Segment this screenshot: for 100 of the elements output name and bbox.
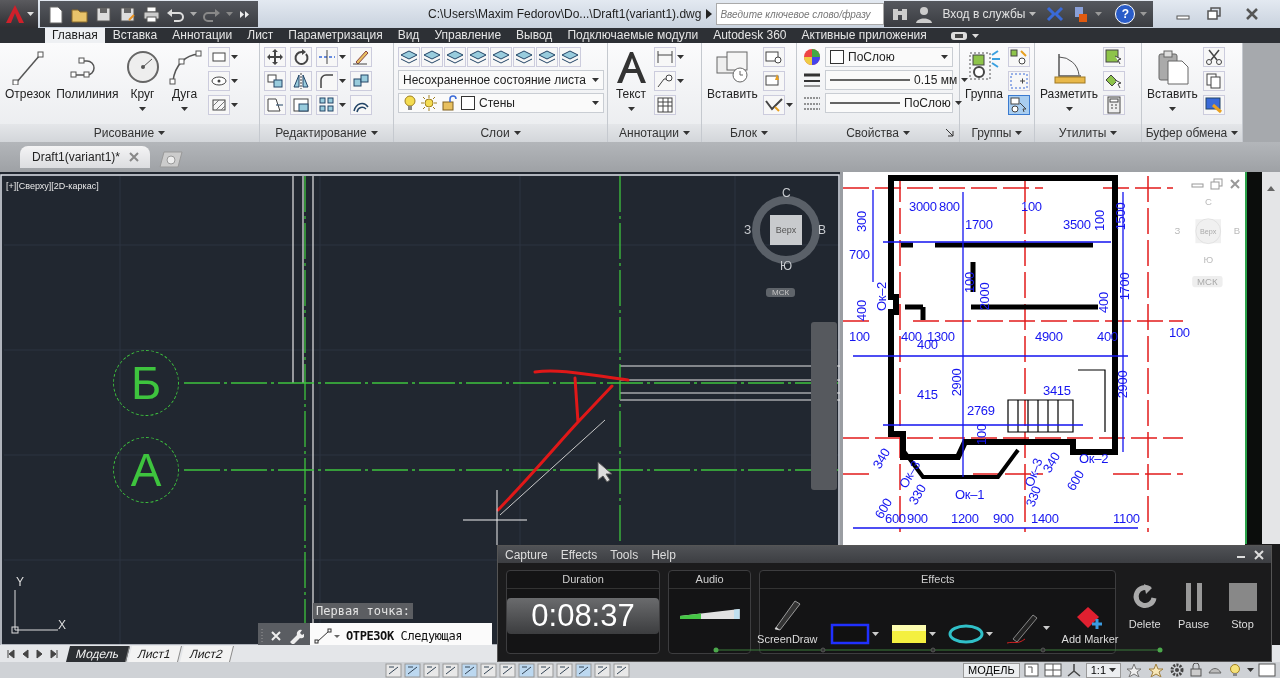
polar-icon[interactable]: [442, 662, 459, 678]
snap-icon[interactable]: [385, 662, 402, 678]
command-line-field[interactable]: ОТРЕЗОК Следующая: [310, 623, 492, 645]
polyline-tool-button[interactable]: Полилиния: [55, 47, 120, 117]
ribbon-tab[interactable]: Управление: [427, 28, 509, 43]
last-page-icon[interactable]: [48, 647, 60, 660]
app-menu-button[interactable]: [0, 0, 38, 28]
ribbon-tab[interactable]: Вид: [390, 28, 427, 43]
menu-item[interactable]: Capture: [505, 547, 548, 562]
ribbon-tab[interactable]: Вывод: [509, 28, 560, 43]
new-file-icon[interactable]: [46, 4, 65, 24]
tool-label[interactable]: Add Marker: [1061, 633, 1119, 645]
text-button[interactable]: Текст: [612, 47, 650, 117]
scroll-up-icon[interactable]: [1266, 184, 1276, 192]
mirror-icon[interactable]: [290, 71, 312, 91]
highlight-tool-icon[interactable]: [890, 623, 927, 645]
scroll-bar[interactable]: [1262, 172, 1280, 544]
print-icon[interactable]: [142, 4, 161, 24]
color-dropdown[interactable]: ПоСлою: [825, 47, 953, 67]
select-similar-icon[interactable]: [1103, 71, 1126, 91]
paste-button[interactable]: Вставить: [1146, 47, 1199, 117]
attribute-icon[interactable]: [762, 95, 785, 115]
layer-tool-icon[interactable]: [421, 47, 443, 67]
ribbon-tab[interactable]: Подключаемые модули: [560, 28, 706, 43]
ortho-icon[interactable]: [423, 662, 440, 678]
measure-button[interactable]: Разметить: [1039, 47, 1100, 117]
previous-icon[interactable]: [20, 647, 32, 660]
layer-tool-icon[interactable]: [559, 47, 581, 67]
auto-scale-icon[interactable]: [1147, 663, 1165, 677]
layer-tool-icon[interactable]: [490, 47, 512, 67]
offset-icon[interactable]: [350, 95, 372, 115]
scale-icon[interactable]: [290, 95, 312, 115]
explode-icon[interactable]: [350, 71, 372, 91]
pause-button[interactable]: Pause: [1173, 570, 1215, 630]
ellipse-tool-icon[interactable]: [947, 623, 984, 645]
selection-cycling-icon[interactable]: [594, 662, 611, 678]
copy-icon[interactable]: [1202, 71, 1225, 91]
annotation-scale-icon[interactable]: [1065, 663, 1082, 677]
layout-icon[interactable]: [1023, 663, 1040, 677]
menu-item[interactable]: Effects: [560, 547, 598, 562]
lock-icon[interactable]: [1189, 663, 1203, 677]
cut-icon[interactable]: [1202, 47, 1225, 67]
array-icon[interactable]: [316, 95, 338, 115]
compass-label[interactable]: З: [744, 223, 752, 237]
copy-icon[interactable]: [264, 71, 286, 91]
menu-item[interactable]: Tools: [610, 547, 639, 562]
ducs-icon[interactable]: [499, 662, 516, 678]
ungroup-icon[interactable]: [1008, 47, 1031, 67]
otrack-icon[interactable]: [480, 662, 497, 678]
help-button[interactable]: ?: [1115, 4, 1136, 24]
search-field[interactable]: Введите ключевое слово/фразу: [716, 3, 885, 25]
ribbon-tab[interactable]: Лист: [240, 28, 281, 43]
match-properties-icon[interactable]: [1202, 95, 1225, 115]
model-space-button[interactable]: МОДЕЛЬ: [963, 662, 1020, 678]
stretch-icon[interactable]: [264, 95, 286, 115]
sign-in-button[interactable]: Вход в службы: [938, 7, 1041, 21]
fillet-icon[interactable]: [316, 71, 338, 91]
dynamic-input-icon[interactable]: [518, 662, 535, 678]
ribbon-tab[interactable]: Вставка: [105, 28, 165, 43]
document-tab[interactable]: Draft1(variant1)*: [20, 146, 151, 168]
ribbon-tab[interactable]: Параметризация: [281, 28, 390, 43]
tab-label[interactable]: Draft1(variant1)*: [32, 150, 121, 164]
layer-dropdown[interactable]: Стены: [398, 93, 604, 113]
ribbon-tab[interactable]: Аннотации: [165, 28, 240, 43]
panel-title[interactable]: Рисование: [93, 126, 155, 140]
erase-icon[interactable]: [350, 47, 372, 67]
annotation-monitor-icon[interactable]: [613, 662, 630, 678]
transparency-icon[interactable]: [556, 662, 573, 678]
group-selection-icon[interactable]: [1008, 95, 1031, 115]
stop-button[interactable]: Stop: [1222, 570, 1263, 630]
ribbon-tab[interactable]: Главная: [45, 28, 105, 43]
layout-tab[interactable]: Модель: [66, 645, 131, 662]
rotate-icon[interactable]: [290, 47, 312, 67]
create-block-icon[interactable]: [762, 47, 785, 67]
layer-tool-icon[interactable]: [513, 47, 535, 67]
expand-arrow-icon[interactable]: [705, 8, 714, 20]
ucs-menu[interactable]: МСК: [766, 288, 796, 297]
layer-tool-icon[interactable]: [536, 47, 558, 67]
ribbon-tab[interactable]: Активные приложения: [794, 28, 934, 43]
annotation-visibility-icon[interactable]: [1125, 663, 1143, 677]
layer-state-dropdown[interactable]: Несохраненное состояние листа: [398, 70, 604, 90]
audio-meter[interactable]: [679, 609, 740, 619]
color-wheel-icon[interactable]: [801, 47, 823, 67]
delete-button[interactable]: Delete: [1124, 570, 1166, 630]
lineweight-toggle-icon[interactable]: [537, 662, 554, 678]
leader-icon[interactable]: [654, 71, 676, 91]
insert-block-button[interactable]: Вставить: [706, 47, 759, 117]
workspace-gear-icon[interactable]: [1169, 663, 1185, 677]
compass-label[interactable]: В: [818, 223, 826, 237]
layout-tab[interactable]: Лист2: [179, 645, 234, 662]
quick-properties-icon[interactable]: [575, 662, 592, 678]
table-icon[interactable]: [654, 95, 676, 115]
menu-item[interactable]: Help: [651, 547, 676, 562]
line-tool-button[interactable]: Отрезок: [4, 47, 52, 117]
circle-tool-button[interactable]: Круг: [123, 47, 162, 117]
ribbon-tab[interactable]: Autodesk 360: [706, 28, 794, 43]
panel-title[interactable]: Слои: [480, 126, 510, 140]
viewport-label[interactable]: [+][Сверху][2D-каркас]: [6, 181, 99, 191]
scale-dropdown[interactable]: 1:1: [1085, 662, 1121, 678]
arc-tool-button[interactable]: Дуга: [165, 47, 204, 117]
